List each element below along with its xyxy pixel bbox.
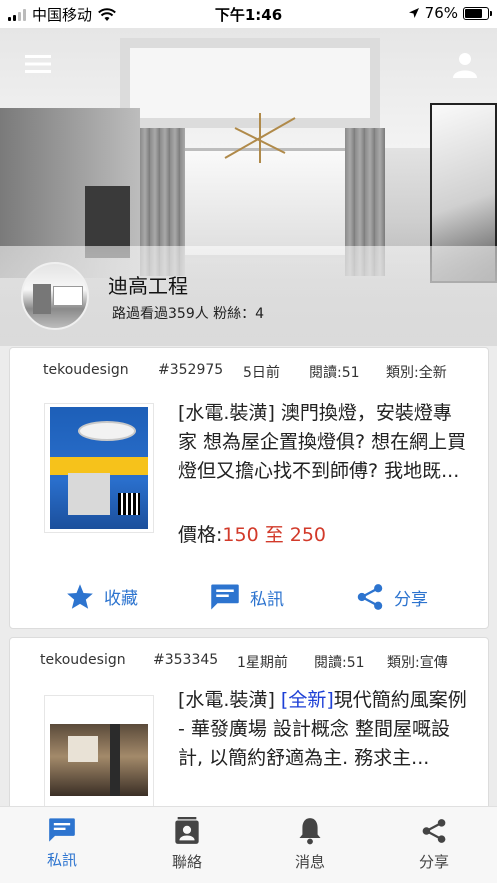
share-label: 分享 [394,589,428,610]
message-icon [49,818,75,842]
nav-contacts-label: 聯絡 [171,853,202,871]
post-title[interactable]: [水電.裝潢] 澳門換燈，安裝燈專家 想為屋企置換燈俱? 想在網上買燈但又擔心找… [178,399,470,486]
location-arrow-icon [408,8,419,18]
post-category: 類別:宣傳 [387,655,448,671]
nav-notifications-label: 消息 [294,853,325,871]
nav-share-label: 分享 [418,853,449,871]
post-category: 類別:全新 [386,365,447,381]
status-bar: 中国移动 下午1:46 76% [0,0,497,28]
post-author[interactable]: tekoudesign [40,652,126,668]
message-button[interactable]: 私訊 [210,583,284,611]
menu-icon[interactable] [22,50,54,78]
post-meta: tekoudesign #352975 5日前 閱讀:51 類別:全新 [10,362,488,382]
message-icon [211,584,239,610]
post-actions: 收藏 私訊 分享 [10,583,488,615]
favorite-button[interactable]: 收藏 [66,583,138,610]
post-meta: tekoudesign #353345 1星期前 閱讀:51 類別:宣傳 [10,652,488,672]
post-time: 5日前 [243,365,280,381]
favorite-label: 收藏 [104,589,138,609]
profile-stats: 路過看過359人 粉絲：4 [112,306,265,322]
share-button[interactable]: 分享 [356,583,428,611]
nav-notifications[interactable]: 消息 [265,817,355,872]
post-reads: 閱讀:51 [309,365,360,381]
bottom-nav: 私訊 聯絡 消息 分享 [0,806,497,883]
post-id: #353345 [153,652,219,668]
avatar[interactable] [21,262,89,330]
user-icon[interactable] [450,50,480,80]
share-icon [357,584,383,610]
status-right: 76% [408,4,492,22]
post-title[interactable]: [水電.裝潢] [全新]現代簡約風案例 - 華發廣場 設計概念 整間屋嘅設計, … [178,686,470,773]
post-time: 1星期前 [237,655,288,671]
share-icon [422,819,446,843]
nav-messages[interactable]: 私訊 [17,817,107,870]
star-icon [67,584,93,609]
nav-contacts[interactable]: 聯絡 [142,817,232,872]
profile-name: 迪高工程 [108,274,188,298]
battery-icon [463,6,492,20]
message-label: 私訊 [250,589,284,610]
battery-percent: 76% [424,4,458,22]
nav-messages-label: 私訊 [46,851,77,869]
post-author[interactable]: tekoudesign [43,362,129,378]
post-card[interactable]: tekoudesign #352975 5日前 閱讀:51 類別:全新 [水電.… [9,347,489,629]
nav-share[interactable]: 分享 [389,817,479,872]
post-reads: 閱讀:51 [314,655,365,671]
post-id: #352975 [158,362,224,378]
contact-icon [175,817,199,844]
bell-icon [299,818,321,845]
post-thumbnail[interactable] [44,403,154,533]
post-price: 價格:150 至 250 [178,524,327,546]
profile-header: 迪高工程 路過看過359人 粉絲：4 [0,248,497,346]
